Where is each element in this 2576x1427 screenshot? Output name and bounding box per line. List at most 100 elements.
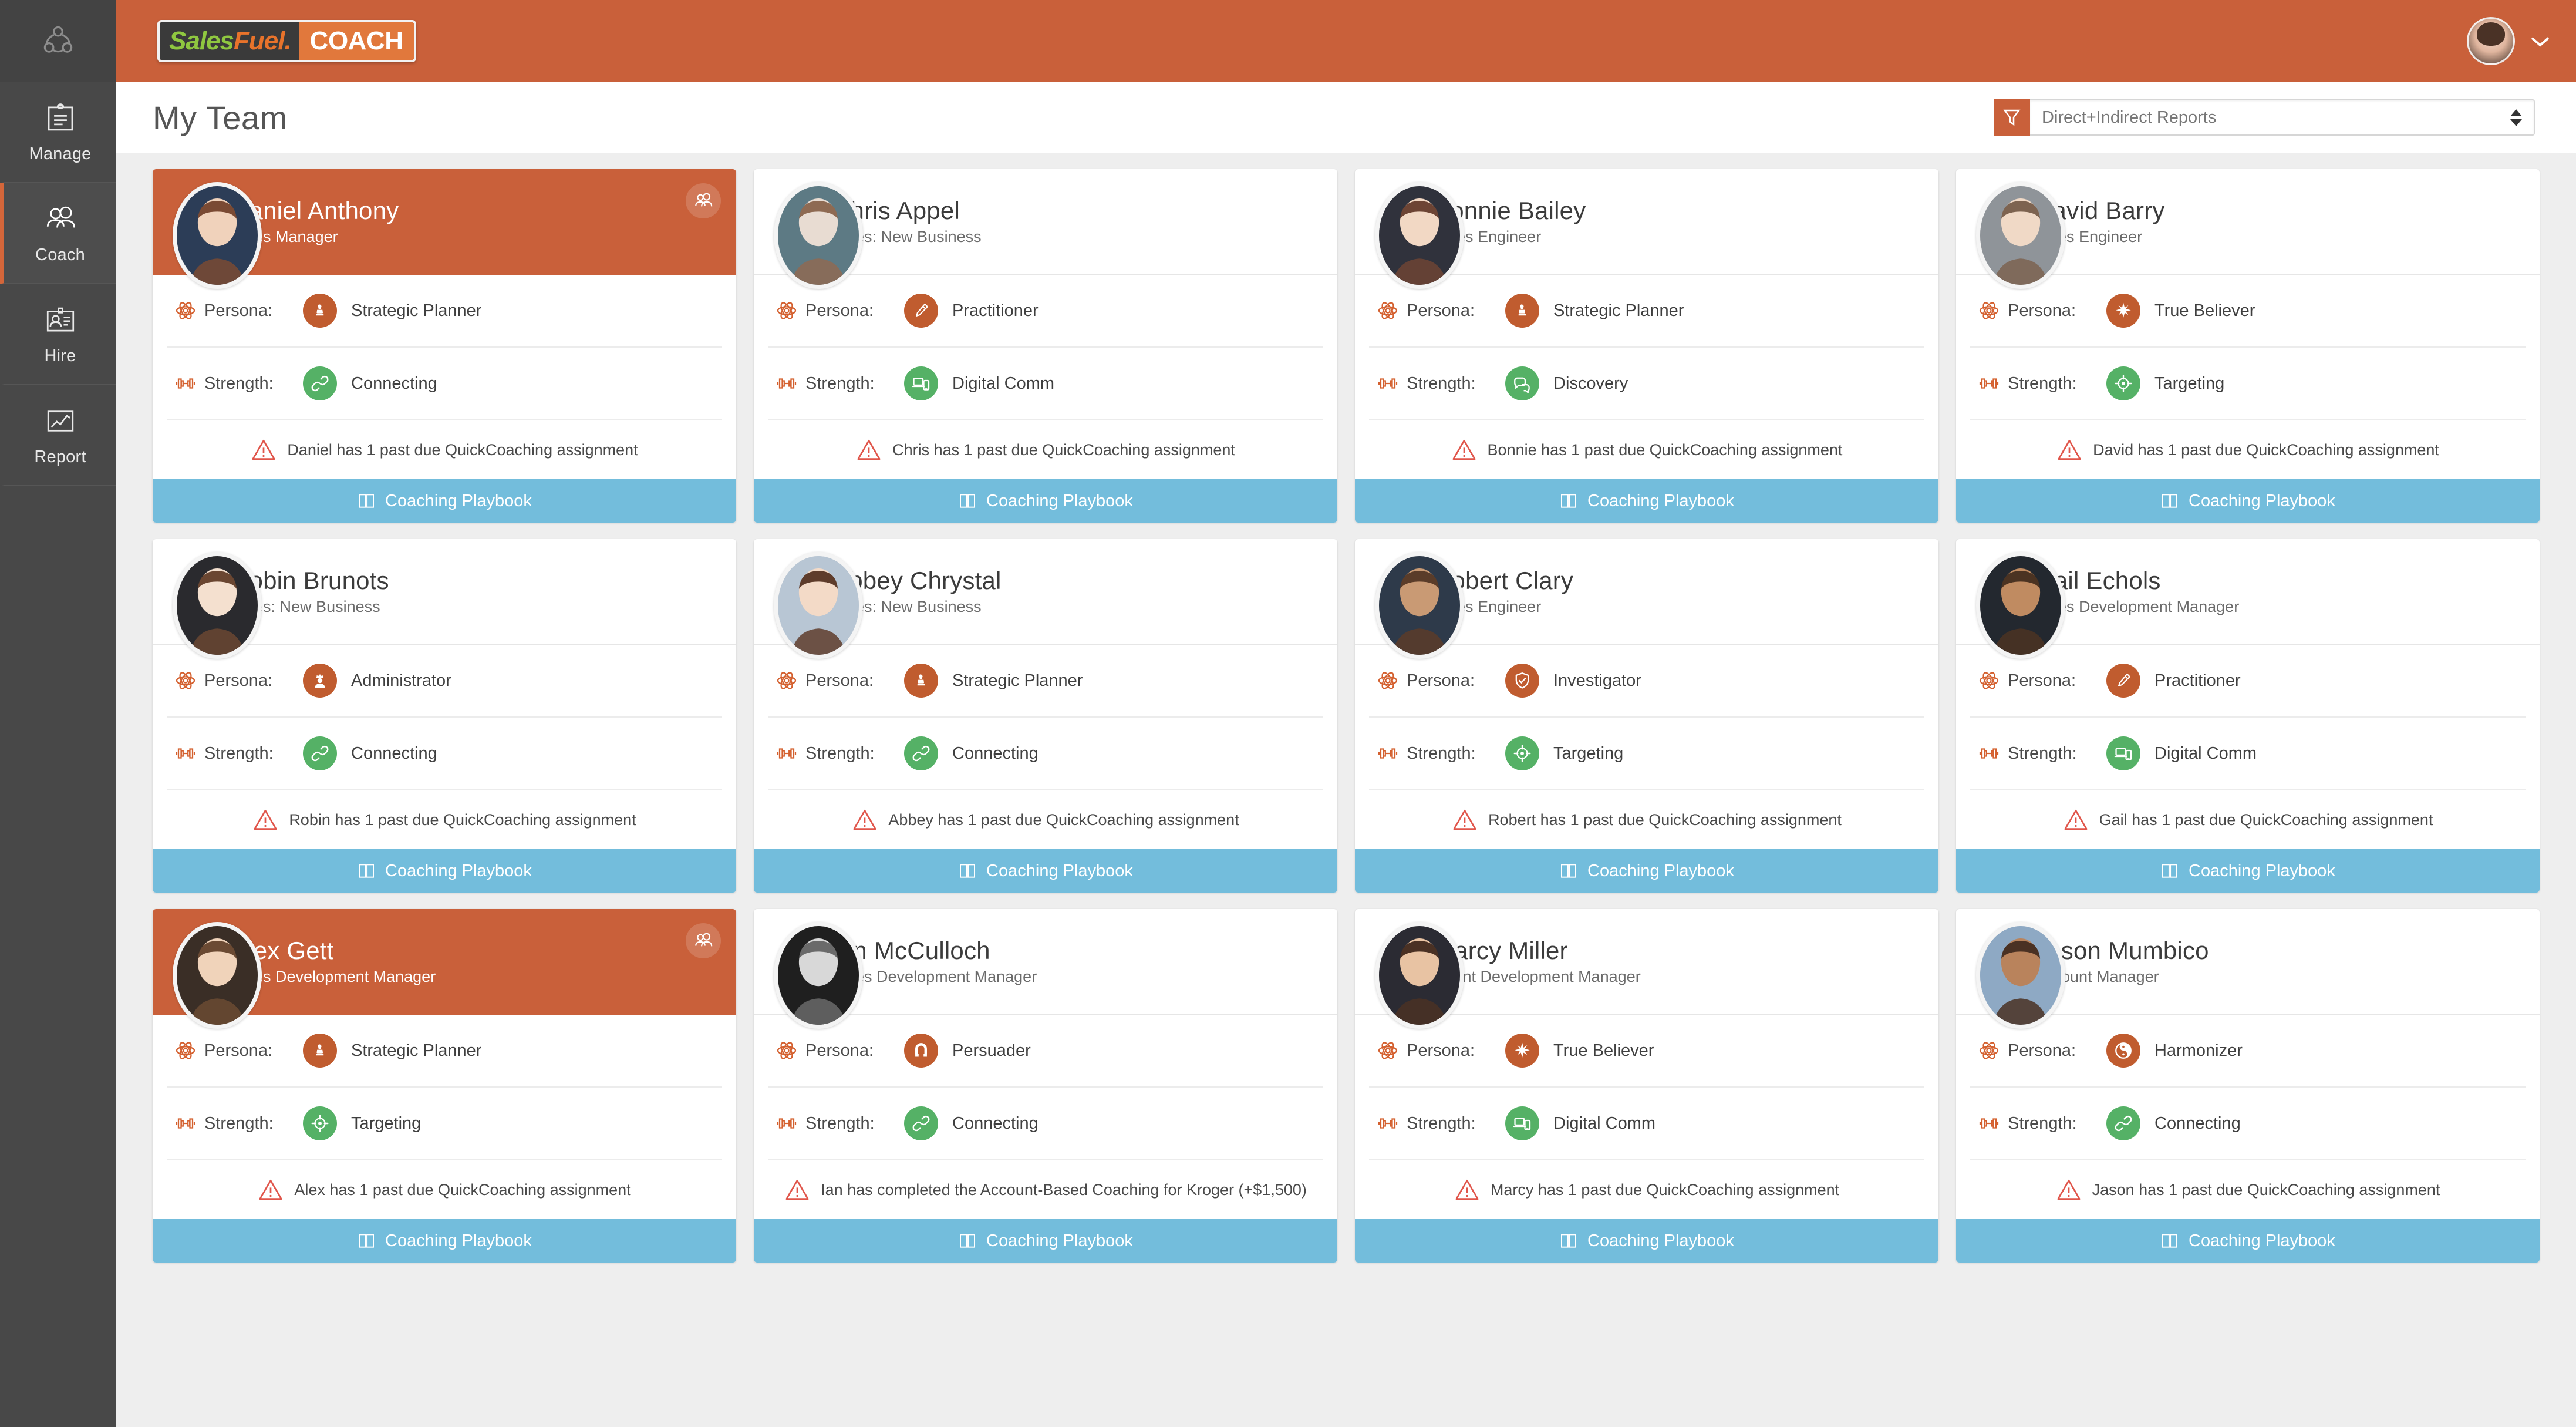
reports-filter-select[interactable]: Direct+Indirect Reports bbox=[2030, 99, 2535, 136]
persona-value: Harmonizer bbox=[2154, 1041, 2243, 1060]
coaching-playbook-button[interactable]: Coaching Playbook bbox=[153, 1219, 736, 1263]
team-member-card[interactable]: David Barry Sales Engineer Persona: True Be… bbox=[1956, 169, 2540, 523]
member-avatar[interactable] bbox=[1976, 922, 2065, 1029]
crosshair-icon bbox=[311, 1115, 329, 1132]
member-avatar[interactable] bbox=[173, 922, 262, 1029]
atom-icon bbox=[777, 1042, 797, 1059]
persona-value: Practitioner bbox=[2154, 671, 2241, 690]
strength-value: Connecting bbox=[952, 743, 1039, 763]
playbook-label: Coaching Playbook bbox=[986, 861, 1133, 880]
filter-selected-value: Direct+Indirect Reports bbox=[2042, 107, 2217, 127]
member-avatar[interactable] bbox=[774, 922, 863, 1029]
card-header: David Barry Sales Engineer bbox=[1956, 169, 2540, 289]
team-member-card[interactable]: Abbey Chrystal Sales: New Business Persona… bbox=[754, 539, 1337, 893]
persona-value: Strategic Planner bbox=[351, 1041, 482, 1060]
sidebar-item-coach[interactable]: Coach bbox=[0, 183, 116, 284]
coaching-playbook-button[interactable]: Coaching Playbook bbox=[754, 849, 1337, 893]
coaching-playbook-button[interactable]: Coaching Playbook bbox=[754, 1219, 1337, 1263]
team-badge-button[interactable] bbox=[686, 183, 721, 218]
page-header: My Team Direct+Indirect Reports bbox=[116, 82, 2576, 153]
card-body: Persona: Strategic Planner Strength: Connec… bbox=[153, 275, 736, 479]
devices-icon bbox=[2114, 748, 2132, 760]
coaching-playbook-button[interactable]: Coaching Playbook bbox=[153, 479, 736, 523]
avatar[interactable] bbox=[2467, 17, 2515, 65]
member-avatar[interactable] bbox=[173, 552, 262, 659]
team-badge-button[interactable] bbox=[686, 923, 721, 958]
persona-value: Practitioner bbox=[952, 301, 1039, 320]
card-body: Persona: Harmonizer Strength: Connecting Jas… bbox=[1956, 1015, 2540, 1219]
persona-value: True Believer bbox=[1553, 1041, 1654, 1060]
playbook-label: Coaching Playbook bbox=[2189, 1231, 2335, 1250]
select-spinner-arrows[interactable] bbox=[2510, 109, 2522, 126]
content-area: Daniel Anthony Sales Manager Persona: Strat… bbox=[116, 153, 2576, 1427]
playbook-label: Coaching Playbook bbox=[986, 491, 1133, 510]
team-member-card[interactable]: Robin Brunots Sales: New Business Persona:… bbox=[153, 539, 736, 893]
card-body: Persona: Strategic Planner Strength: Target… bbox=[153, 1015, 736, 1219]
playbook-label: Coaching Playbook bbox=[385, 1231, 532, 1250]
coaching-playbook-button[interactable]: Coaching Playbook bbox=[1956, 479, 2540, 523]
alert-row: Robin has 1 past due QuickCoaching assig… bbox=[167, 790, 722, 849]
team-member-card[interactable]: Daniel Anthony Sales Manager Persona: Strat… bbox=[153, 169, 736, 523]
portrait-placeholder bbox=[1980, 556, 2061, 655]
member-avatar[interactable] bbox=[173, 182, 262, 289]
card-identity: Gail Echols Sales Development Manager bbox=[2035, 567, 2239, 616]
strength-label: Strength: bbox=[2008, 743, 2077, 763]
member-avatar[interactable] bbox=[1976, 182, 2065, 289]
brand-logo[interactable]: Sales Fuel. COACH bbox=[157, 20, 416, 62]
book-icon bbox=[1561, 494, 1577, 508]
team-member-card[interactable]: Marcy Miller Talent Development Manager Pe… bbox=[1355, 909, 1938, 1263]
strength-badge bbox=[1505, 366, 1539, 400]
member-avatar[interactable] bbox=[1375, 182, 1464, 289]
filter-button[interactable] bbox=[1994, 99, 2030, 136]
coaching-playbook-button[interactable]: Coaching Playbook bbox=[1355, 849, 1938, 893]
dumbbell-icon bbox=[777, 748, 797, 759]
strength-row: Strength: Connecting bbox=[768, 1088, 1323, 1160]
sidebar-item-hire[interactable]: Hire bbox=[0, 284, 116, 385]
team-member-card[interactable]: Chris Appel Sales: New Business Persona: Pr… bbox=[754, 169, 1337, 523]
member-avatar[interactable] bbox=[1375, 922, 1464, 1029]
portrait-placeholder bbox=[177, 556, 258, 655]
link-icon bbox=[912, 745, 930, 762]
team-member-card[interactable]: Ian McCulloch Sales Development Manager Pe… bbox=[754, 909, 1337, 1263]
member-avatar[interactable] bbox=[774, 182, 863, 289]
strength-label: Strength: bbox=[805, 373, 875, 393]
coaching-playbook-button[interactable]: Coaching Playbook bbox=[153, 849, 736, 893]
team-member-card[interactable]: Bonnie Bailey Sales Engineer Persona: Strat… bbox=[1355, 169, 1938, 523]
member-avatar[interactable] bbox=[1976, 552, 2065, 659]
coaching-playbook-button[interactable]: Coaching Playbook bbox=[754, 479, 1337, 523]
alert-message: Robin has 1 past due QuickCoaching assig… bbox=[289, 810, 636, 829]
persona-row: Persona: Harmonizer bbox=[1970, 1015, 2526, 1088]
team-member-card[interactable]: Jason Mumbico Account Manager Persona: Harm… bbox=[1956, 909, 2540, 1263]
top-bar: Sales Fuel. COACH bbox=[116, 0, 2576, 82]
alert-row: Abbey has 1 past due QuickCoaching assig… bbox=[768, 790, 1323, 849]
portrait-placeholder bbox=[778, 926, 859, 1025]
coaching-playbook-button[interactable]: Coaching Playbook bbox=[1355, 479, 1938, 523]
strength-value: Digital Comm bbox=[952, 373, 1055, 393]
team-member-card[interactable]: Alex Gett Sales Development Manager Person… bbox=[153, 909, 736, 1263]
chevron-down-icon[interactable] bbox=[2528, 33, 2553, 49]
persona-badge bbox=[904, 294, 938, 328]
team-member-card[interactable]: Robert Clary Sales Engineer Persona: Invest… bbox=[1355, 539, 1938, 893]
coaching-playbook-button[interactable]: Coaching Playbook bbox=[1355, 1219, 1938, 1263]
coaching-playbook-button[interactable]: Coaching Playbook bbox=[1956, 1219, 2540, 1263]
team-member-card[interactable]: Gail Echols Sales Development Manager Pers… bbox=[1956, 539, 2540, 893]
sidebar-item-manage[interactable]: Manage bbox=[0, 82, 116, 183]
strength-badge bbox=[904, 366, 938, 400]
book-icon bbox=[960, 494, 976, 508]
strength-label: Strength: bbox=[204, 373, 274, 393]
member-avatar[interactable] bbox=[774, 552, 863, 659]
persona-badge bbox=[904, 664, 938, 698]
alert-message: Ian has completed the Account-Based Coac… bbox=[821, 1180, 1307, 1199]
member-avatar[interactable] bbox=[1375, 552, 1464, 659]
user-menu[interactable] bbox=[2467, 17, 2553, 65]
member-role: Sales Development Manager bbox=[231, 968, 436, 986]
alert-message: Marcy has 1 past due QuickCoaching assig… bbox=[1490, 1180, 1840, 1199]
sidebar-item-report[interactable]: Report bbox=[0, 385, 116, 486]
crowned-person-icon bbox=[315, 674, 325, 688]
coaching-playbook-button[interactable]: Coaching Playbook bbox=[1956, 849, 2540, 893]
strength-row: Strength: Connecting bbox=[167, 348, 722, 420]
atom-icon bbox=[1979, 672, 1999, 689]
persona-row: Persona: True Believer bbox=[1970, 275, 2526, 348]
network-logo-icon bbox=[43, 26, 73, 53]
playbook-label: Coaching Playbook bbox=[1587, 491, 1734, 510]
